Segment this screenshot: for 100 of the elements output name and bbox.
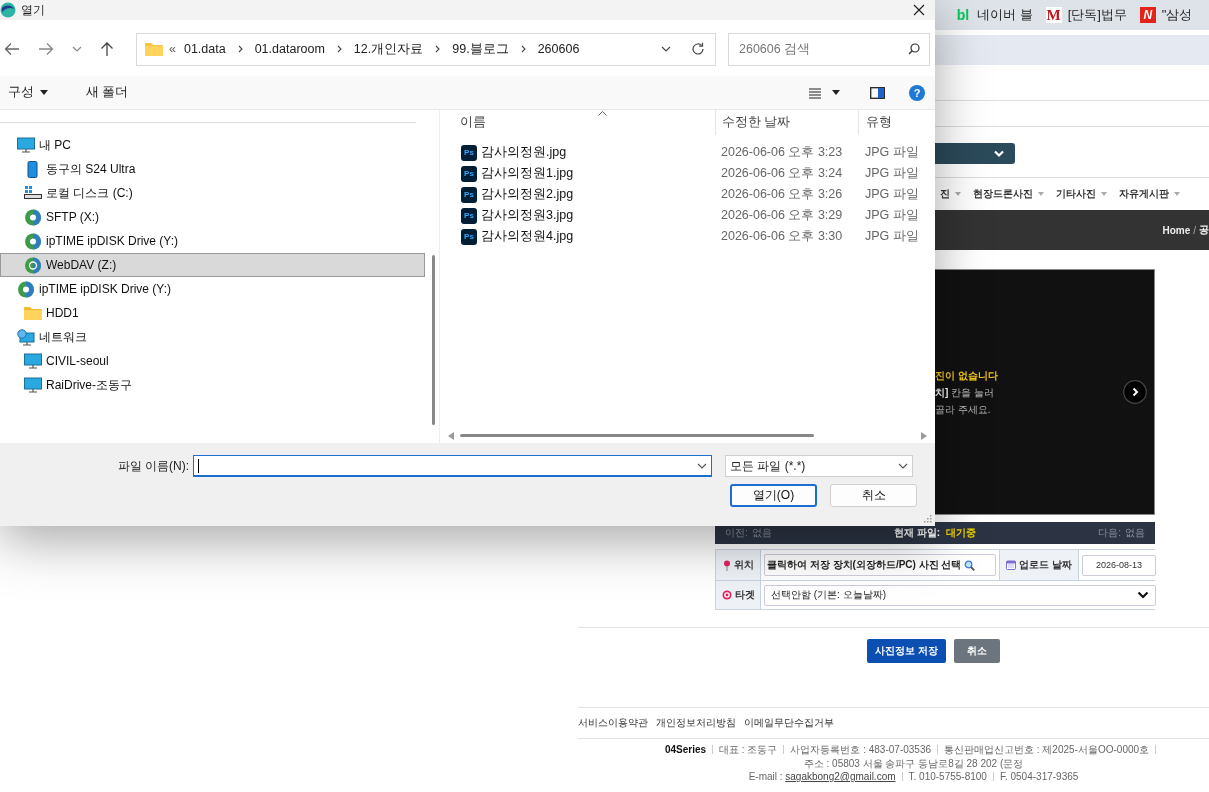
caret-icon — [1038, 192, 1044, 196]
pc-icon — [17, 136, 35, 154]
file-name[interactable]: Ps 감사의정원.jpg — [460, 144, 715, 161]
path-segment[interactable]: 99.블로그 — [452, 40, 509, 58]
chevron-down-icon — [993, 149, 1005, 158]
new-folder-button[interactable]: 새 폴더 — [78, 84, 137, 101]
empty-message-text: 골라 주세요. — [935, 403, 991, 417]
footer-text: E-mail : sagakbong2@gmail.com — [748, 770, 896, 783]
bookmark-link[interactable]: M [단독]법무 — [1045, 6, 1127, 24]
file-type-icon: Ps — [461, 228, 477, 245]
file-name[interactable]: Ps 감사의정원2.jpg — [460, 186, 715, 203]
file-name[interactable]: Ps 감사의정원1.jpg — [460, 165, 715, 182]
email-link[interactable]: sagakbong2@gmail.com — [785, 771, 896, 782]
file-type-icon: Ps — [461, 144, 477, 161]
site-logo: N — [1139, 7, 1156, 23]
target-select[interactable]: 선택안함 (기본: 오늘날짜) — [764, 584, 1156, 606]
file-type-icon: Ps — [461, 165, 477, 182]
path-segment[interactable]: 260606 — [537, 42, 580, 56]
date-field[interactable]: 2026-08-13 — [1082, 554, 1156, 576]
status-label: 이전: — [725, 526, 748, 540]
column-header[interactable]: 유형 — [858, 110, 932, 135]
file-type-icon: Ps — [461, 186, 477, 203]
file-type-select[interactable]: 모든 파일 (*.*) — [725, 455, 913, 477]
path-segment[interactable]: 01.data — [183, 42, 226, 56]
calendar-icon — [1006, 560, 1017, 570]
up-icon[interactable] — [100, 41, 114, 57]
forward-icon[interactable] — [38, 42, 54, 56]
chevron-down-icon[interactable] — [72, 46, 82, 52]
address-bar[interactable]: « 01.data 01.dataroom 12.개인자료 99.블로그 260606 — [136, 32, 716, 66]
file-type: JPG 파일 — [864, 207, 920, 224]
column-header[interactable]: 수정한 날짜 — [715, 110, 858, 135]
menu-item[interactable]: 자유게시판 — [1119, 187, 1180, 201]
next-arrow-button[interactable] — [1123, 380, 1147, 404]
photo-picker-field[interactable]: 클릭하여 저장 장치(외장하드/PC) 사진 선택 — [764, 554, 996, 576]
cancel-button[interactable]: 취소 — [953, 639, 1000, 663]
footer-text: 대표 : 조동구 — [719, 743, 778, 756]
tree-item[interactable]: WebDAV (Z:) — [0, 253, 425, 277]
caret-icon — [1101, 192, 1107, 196]
search-field[interactable]: 260606 검색 — [728, 32, 930, 66]
preview-pane-icon[interactable] — [870, 86, 885, 99]
path-segment[interactable]: 01.dataroom — [254, 42, 325, 56]
organize-menu[interactable]: 구성 — [0, 84, 56, 101]
tree-item[interactable]: 네트워크 — [0, 325, 425, 349]
breadcrumb-link[interactable]: Home — [1162, 224, 1191, 236]
empty-message-text: 치] 칸을 눌러 — [935, 386, 994, 400]
scrollbar-thumb[interactable] — [460, 434, 814, 437]
pc-icon — [24, 352, 42, 370]
company-name: 04Series — [664, 743, 707, 756]
file-name[interactable]: Ps 감사의정원3.jpg — [460, 207, 715, 224]
window-title: 열기 — [21, 1, 45, 19]
breadcrumb-separator: / — [1193, 224, 1196, 236]
chevron-down-icon — [661, 46, 671, 52]
chevron-down-icon — [898, 463, 908, 469]
caret-icon[interactable] — [832, 90, 840, 95]
column-header[interactable]: 이름 — [460, 110, 715, 135]
folder-icon — [24, 304, 42, 322]
status-label: 현재 파일: — [893, 526, 941, 540]
pin-icon — [722, 559, 731, 571]
resize-grip-icon — [923, 514, 932, 523]
footer-link[interactable]: 서비스이용약관 — [578, 716, 648, 730]
tree-item[interactable]: 동구의 S24 Ultra — [0, 157, 425, 181]
chevron-right-icon — [435, 45, 441, 53]
file-type: JPG 파일 — [864, 186, 920, 203]
file-date: 2026-06-06 오후 3:29 — [720, 207, 844, 224]
tree-item[interactable]: ipTIME ipDISK Drive (Y:) — [0, 277, 425, 301]
footer-link[interactable]: 개인정보처리방침 — [656, 716, 736, 730]
menu-item[interactable]: 진 — [940, 187, 961, 201]
status-value: 없음 — [751, 526, 772, 540]
file-name[interactable]: Ps 감사의정원4.jpg — [460, 228, 715, 245]
list-view-icon[interactable] — [808, 86, 822, 99]
menu-item[interactable]: 기타사진 — [1056, 187, 1107, 201]
file-name-field[interactable] — [193, 455, 712, 477]
app-logo-icon — [0, 2, 16, 18]
file-type: JPG 파일 — [864, 228, 920, 245]
overflow-chevron[interactable]: « — [169, 42, 176, 56]
tree-item[interactable]: 내 PC — [0, 133, 425, 157]
footer-text: 사업자등록번호 : 483-07-03536 — [790, 743, 932, 756]
path-segment[interactable]: 12.개인자료 — [353, 40, 424, 58]
tree-item[interactable]: CIVIL-seoul — [0, 349, 425, 373]
tree-item[interactable]: SFTP (X:) — [0, 205, 425, 229]
back-icon[interactable] — [4, 42, 20, 56]
footer-text: 주소 : 05803 서울 송파구 동남로8길 28 202 (문정 — [803, 757, 1024, 770]
scrollbar-thumb[interactable] — [432, 255, 435, 425]
save-button[interactable]: 사진정보 저장 — [867, 639, 946, 663]
breadcrumb-link[interactable]: 공 — [1199, 223, 1209, 237]
folder-icon — [145, 42, 163, 56]
tree-item[interactable]: HDD1 — [0, 301, 425, 325]
tree-item[interactable]: RaiDrive-조동구 — [0, 373, 425, 397]
caret-icon — [40, 90, 48, 95]
tree-item[interactable]: ipTIME ipDISK Drive (Y:) — [0, 229, 425, 253]
scroll-right-icon — [921, 431, 927, 440]
cancel-button[interactable]: 취소 — [830, 484, 917, 507]
open-button[interactable]: 열기(O) — [730, 484, 817, 507]
footer-link[interactable]: 이메일무단수집거부 — [744, 716, 834, 730]
help-button[interactable]: ? — [909, 84, 925, 101]
status-value: 없음 — [1125, 526, 1145, 540]
menu-item[interactable]: 현장드론사진 — [973, 187, 1044, 201]
bookmark-link[interactable]: N "삼성 — [1139, 6, 1193, 24]
tree-item[interactable]: 로컬 디스크 (C:) — [0, 181, 425, 205]
bookmark-link[interactable]: bl 네이버 블 — [955, 6, 1033, 24]
